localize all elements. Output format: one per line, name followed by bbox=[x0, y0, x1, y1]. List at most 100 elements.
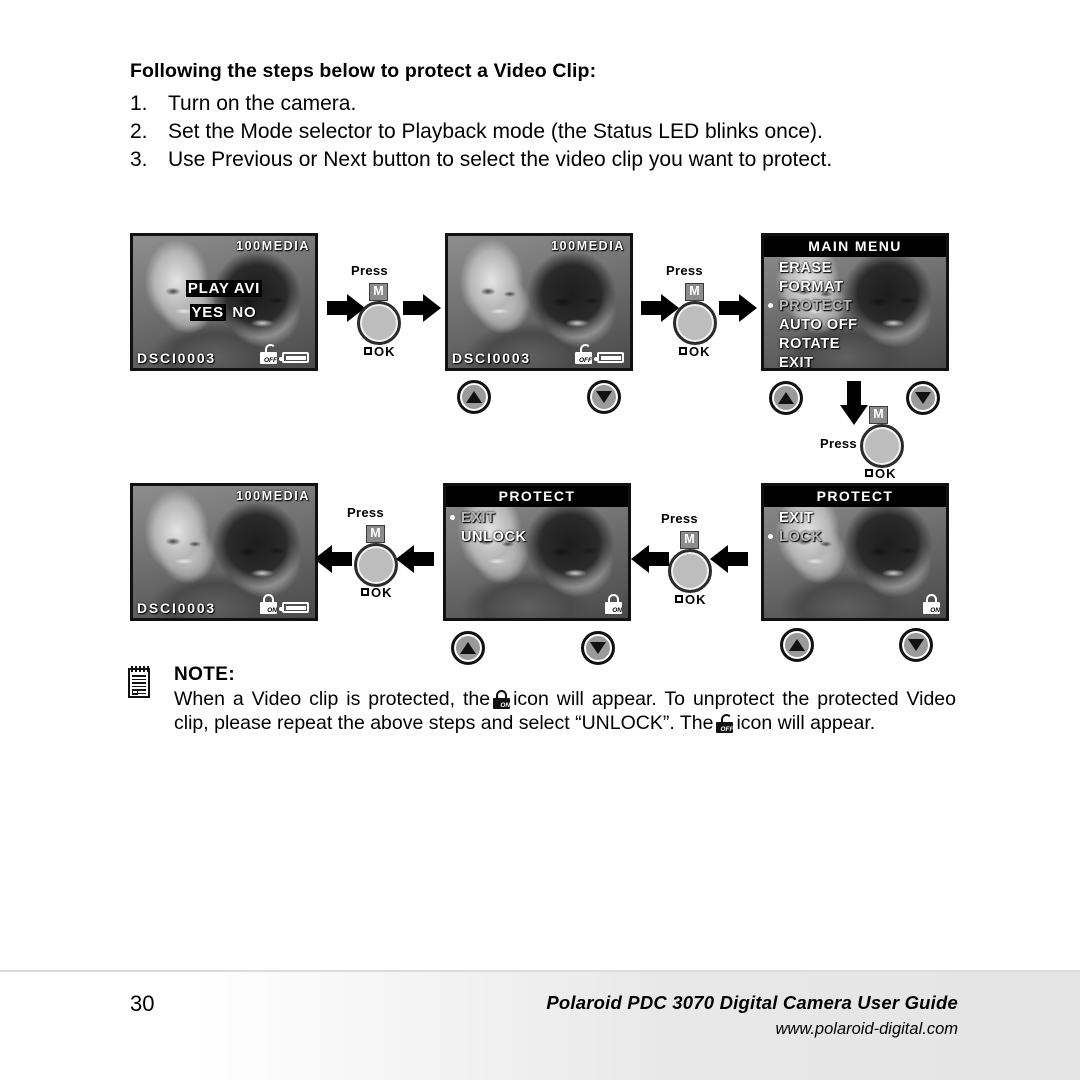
ok-button-1[interactable] bbox=[357, 301, 401, 345]
menu-item-exit[interactable]: EXIT bbox=[768, 353, 858, 369]
footer-url[interactable]: www.polaroid-digital.com bbox=[776, 1020, 959, 1039]
lock-off-icon: OFF bbox=[260, 344, 277, 364]
next-button[interactable] bbox=[581, 631, 615, 665]
press-label: Press bbox=[820, 436, 857, 451]
protect-workflow-diagram: 100MEDIA PLAY AVI YES NO DSCI0003 OFF Pr… bbox=[0, 0, 1080, 1080]
selection-bullet bbox=[450, 515, 461, 520]
lock-state-tag: ON bbox=[500, 702, 511, 709]
play-avi-prompt: PLAY AVI bbox=[133, 280, 315, 298]
status-indicators: ON bbox=[923, 594, 940, 614]
ok-label: OK bbox=[364, 344, 396, 359]
next-button[interactable] bbox=[587, 380, 621, 414]
lcd-screen-protect-unlock: PROTECT EXIT UNLOCK ON bbox=[443, 483, 631, 621]
ok-label: OK bbox=[361, 585, 393, 600]
menu-item-label: EXIT bbox=[461, 509, 496, 526]
menu-title: MAIN MENU bbox=[764, 236, 946, 257]
lcd-screen-playback: 100MEDIA DSCI0003 OFF bbox=[445, 233, 633, 371]
lcd-screen-protect-lock: PROTECT EXIT LOCK ON bbox=[761, 483, 949, 621]
lock-state-tag: OFF bbox=[579, 357, 592, 364]
note-body: NOTE: When a Video clip is protected, th… bbox=[174, 664, 956, 735]
folder-label: 100MEDIA bbox=[236, 489, 310, 503]
ok-label: OK bbox=[675, 592, 707, 607]
lock-state-tag: OFF bbox=[720, 726, 734, 733]
press-label: Press bbox=[347, 505, 384, 520]
previous-button[interactable] bbox=[769, 381, 803, 415]
arrow-right-icon bbox=[719, 294, 757, 322]
menu-item-label: LOCK bbox=[779, 528, 823, 545]
ok-button-4[interactable] bbox=[668, 549, 712, 593]
mode-badge-icon: M bbox=[685, 283, 704, 301]
menu-item-format[interactable]: FORMAT bbox=[768, 277, 858, 296]
ok-label: OK bbox=[865, 466, 897, 481]
menu-item-exit[interactable]: EXIT bbox=[450, 508, 527, 527]
previous-button[interactable] bbox=[780, 628, 814, 662]
page-number: 30 bbox=[130, 991, 155, 1016]
arrow-down-icon bbox=[840, 381, 868, 425]
yes-no-row: YES NO bbox=[133, 304, 315, 322]
menu-item-label: ROTATE bbox=[779, 335, 841, 352]
previous-button[interactable] bbox=[451, 631, 485, 665]
folder-label: 100MEDIA bbox=[236, 239, 310, 253]
selection-bullet bbox=[768, 303, 779, 308]
menu-item-label: AUTO OFF bbox=[779, 316, 858, 333]
menu-item-rotate[interactable]: ROTATE bbox=[768, 334, 858, 353]
menu-item-auto-off[interactable]: AUTO OFF bbox=[768, 315, 858, 334]
menu-item-exit[interactable]: EXIT bbox=[768, 508, 822, 527]
menu-item-label: UNLOCK bbox=[461, 528, 527, 545]
menu-item-label: EXIT bbox=[779, 509, 814, 526]
battery-icon bbox=[279, 352, 309, 363]
menu-item-erase[interactable]: ERASE bbox=[768, 258, 858, 277]
selection-bullet bbox=[768, 534, 779, 539]
next-button[interactable] bbox=[906, 381, 940, 415]
arrow-left-icon bbox=[631, 545, 669, 573]
page-footer: 30 Polaroid PDC 3070 Digital Camera User… bbox=[0, 970, 1080, 1080]
menu-item-lock[interactable]: LOCK bbox=[768, 527, 822, 546]
yes-option[interactable]: YES bbox=[189, 304, 226, 321]
ok-label: OK bbox=[679, 344, 711, 359]
next-button[interactable] bbox=[899, 628, 933, 662]
previous-button[interactable] bbox=[457, 380, 491, 414]
lock-on-icon: ON bbox=[923, 594, 940, 614]
menu-item-unlock[interactable]: UNLOCK bbox=[450, 527, 527, 546]
file-label: DSCI0003 bbox=[137, 600, 216, 616]
menu-item-label: PROTECT bbox=[779, 297, 853, 314]
note-text: When a Video clip is protected, the ON ico… bbox=[174, 687, 956, 735]
lock-on-icon: ON bbox=[260, 594, 277, 614]
note-block: NOTE: When a Video clip is protected, th… bbox=[128, 664, 956, 735]
mode-badge-icon: M bbox=[369, 283, 388, 301]
lock-off-icon: OFF bbox=[716, 714, 734, 733]
menu-title: PROTECT bbox=[764, 486, 946, 507]
menu-item-label: FORMAT bbox=[779, 278, 844, 295]
arrow-left-icon bbox=[396, 545, 434, 573]
ok-button-2[interactable] bbox=[673, 301, 717, 345]
lock-on-icon: ON bbox=[493, 690, 511, 709]
menu-item-protect[interactable]: PROTECT bbox=[768, 296, 858, 315]
protect-menu-list: EXIT LOCK bbox=[768, 508, 822, 546]
arrow-left-icon bbox=[710, 545, 748, 573]
ok-button-3[interactable] bbox=[860, 424, 904, 468]
no-option[interactable]: NO bbox=[230, 304, 258, 321]
footer-title: Polaroid PDC 3070 Digital Camera User Gu… bbox=[546, 992, 958, 1013]
ok-text: OK bbox=[685, 592, 707, 607]
status-indicators: OFF bbox=[575, 344, 624, 364]
battery-icon bbox=[594, 352, 624, 363]
lcd-screen-play-avi: 100MEDIA PLAY AVI YES NO DSCI0003 OFF bbox=[130, 233, 318, 371]
lcd-screen-playback-locked: 100MEDIA DSCI0003 ON bbox=[130, 483, 318, 621]
lock-on-icon: ON bbox=[605, 594, 622, 614]
lock-off-icon: OFF bbox=[575, 344, 592, 364]
press-label: Press bbox=[351, 263, 388, 278]
lcd-screen-main-menu: MAIN MENU ERASE FORMAT PROTECT AUTO OFF … bbox=[761, 233, 949, 371]
arrow-right-icon bbox=[403, 294, 441, 322]
note-text-part3: icon will appear. bbox=[736, 712, 876, 734]
mode-badge-icon: M bbox=[680, 531, 699, 549]
note-text-part1: When a Video clip is protected, the bbox=[174, 688, 491, 710]
ok-button-5[interactable] bbox=[354, 543, 398, 587]
play-avi-label: PLAY AVI bbox=[185, 280, 263, 297]
mode-badge-icon: M bbox=[366, 525, 385, 543]
menu-item-label: ERASE bbox=[779, 259, 832, 276]
mode-badge-icon: M bbox=[869, 406, 888, 424]
note-title: NOTE: bbox=[174, 664, 236, 685]
status-indicators: OFF bbox=[260, 344, 309, 364]
file-label: DSCI0003 bbox=[137, 350, 216, 366]
battery-icon bbox=[279, 602, 309, 613]
